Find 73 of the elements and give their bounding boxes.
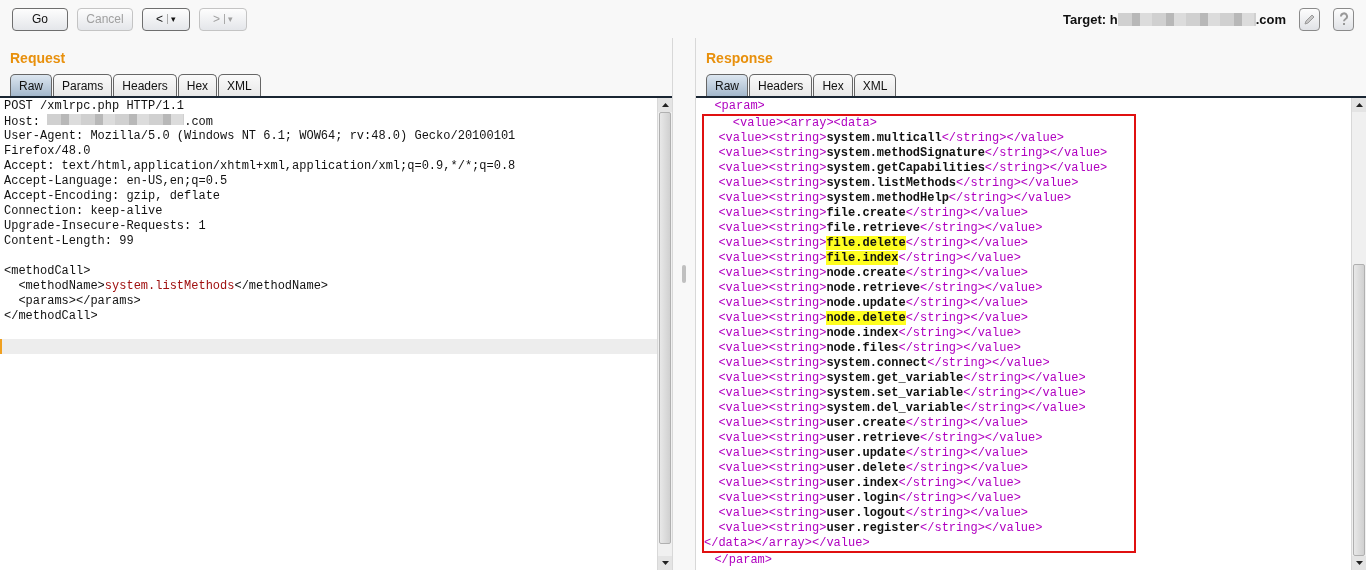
pencil-icon <box>1303 12 1316 26</box>
editor-tab[interactable]: Hex <box>177 74 218 96</box>
scroll-down-icon[interactable] <box>1355 561 1363 565</box>
response-line: <value><string>user.create</string></value> <box>717 416 1030 431</box>
response-heading: Response <box>705 49 774 64</box>
request-line: <methodCall> <box>4 264 92 279</box>
response-line: <value><string>node.retrieve</string></value> <box>717 281 1044 296</box>
help-button[interactable] <box>1333 7 1354 31</box>
editor-tab[interactable]: XML <box>218 74 261 96</box>
response-line: <value><string>user.delete</string></value> <box>717 461 1030 476</box>
request-line: Accept: text/html,application/xhtml+xml,application/xml;q=0.9,*/*;q=0.8 <box>4 159 517 174</box>
response-line: <value><string>node.create</string></value> <box>717 266 1030 281</box>
request-line: Connection: keep-alive <box>4 204 164 219</box>
response-line: <value><string>user.register</string></value> <box>717 521 1044 536</box>
response-line: <value><string>file.create</string></value> <box>717 206 1030 221</box>
scrollbar[interactable] <box>657 98 672 570</box>
response-line: <value><string>system.methodSignature</string></value> <box>717 146 1109 161</box>
editor-tab[interactable]: Headers <box>749 74 813 96</box>
response-line: <value><string>user.index</string></value> <box>717 476 1022 491</box>
response-line: <value><string>node.update</string></value> <box>717 296 1030 311</box>
response-line: <value><string>system.set_variable</string></value> <box>717 386 1087 401</box>
response-line: <value><string>system.listMethods</string></value> <box>717 176 1080 191</box>
response-line: <value><string>file.delete</string></value> <box>717 236 1030 251</box>
toolbar-button[interactable]: Go <box>12 7 68 31</box>
editor-tab[interactable]: Raw <box>10 74 52 96</box>
splitter-grip[interactable] <box>682 265 686 283</box>
response-line: </data></array></value> <box>704 536 871 551</box>
request-heading: Request <box>9 49 67 64</box>
scroll-thumb[interactable] <box>659 112 671 544</box>
editor-tab[interactable]: Raw <box>706 74 748 96</box>
request-line: POST /xmlrpc.php HTTP/1.1 <box>4 99 186 114</box>
editor-tab[interactable]: XML <box>853 74 897 96</box>
response-line: <value><string>system.getCapabilities</string></value> <box>717 161 1109 176</box>
request-line: Upgrade-Insecure-Requests: 1 <box>4 219 207 234</box>
text-cursor <box>0 339 2 354</box>
response-line: </param> <box>713 553 773 568</box>
request-line: User-Agent: Mozilla/5.0 (Windows NT 6.1; WOW64; rv:48.0) Gecko/20100101 <box>4 129 517 144</box>
editor-tab[interactable]: Params <box>53 74 113 96</box>
response-line: <value><string>user.update</string></value> <box>717 446 1030 461</box>
response-line: <value><string>node.files</string></value> <box>717 341 1022 356</box>
scroll-down-icon[interactable] <box>661 561 669 565</box>
response-line: <value><string>user.retrieve</string></value> <box>717 431 1044 446</box>
response-line: <value><string>system.multicall</string></value> <box>717 131 1066 146</box>
request-line: </methodCall> <box>4 309 99 324</box>
edit-button[interactable] <box>1299 7 1320 31</box>
scroll-up-icon[interactable] <box>1355 103 1363 107</box>
response-line: <value><string>file.index</string></value> <box>717 251 1022 266</box>
response-line: <value><string>system.methodHelp</string></value> <box>717 191 1073 206</box>
scrollbar[interactable] <box>1351 98 1366 570</box>
scroll-thumb[interactable] <box>1353 264 1365 556</box>
request-line: <params></params> <box>17 294 142 309</box>
request-line: Host: .com <box>4 114 215 129</box>
target-label: Target: h .com <box>1063 11 1286 27</box>
editor-tab[interactable]: Headers <box>113 74 177 96</box>
response-line: <value><string>system.del_variable</string></value> <box>717 401 1087 416</box>
question-icon <box>1338 12 1349 26</box>
response-line: <param> <box>713 99 766 114</box>
request-line: Accept-Encoding: gzip, deflate <box>4 189 222 204</box>
response-line: <value><string>node.delete</string></value> <box>717 311 1030 326</box>
request-line: Firefox/48.0 <box>4 144 92 159</box>
response-line: <value><array><data> <box>731 116 878 131</box>
response-line: <value><string>node.index</string></value> <box>717 326 1022 341</box>
history-button[interactable]: < ▾ <box>142 7 190 31</box>
request-line: <methodName>system.listMethods</methodName> <box>17 279 330 294</box>
response-line: <value><string>user.login</string></value> <box>717 491 1022 506</box>
response-line: <value><string>file.retrieve</string></value> <box>717 221 1044 236</box>
response-line: <value><string>system.get_variable</string></value> <box>717 371 1087 386</box>
request-line: Accept-Language: en-US,en;q=0.5 <box>4 174 229 189</box>
editor-tab[interactable]: Hex <box>813 74 853 96</box>
request-line: Content-Length: 99 <box>4 234 135 249</box>
response-line: <value><string>user.logout</string></value> <box>717 506 1030 521</box>
response-line: <value><string>system.connect</string></value> <box>717 356 1051 371</box>
scroll-up-icon[interactable] <box>661 103 669 107</box>
